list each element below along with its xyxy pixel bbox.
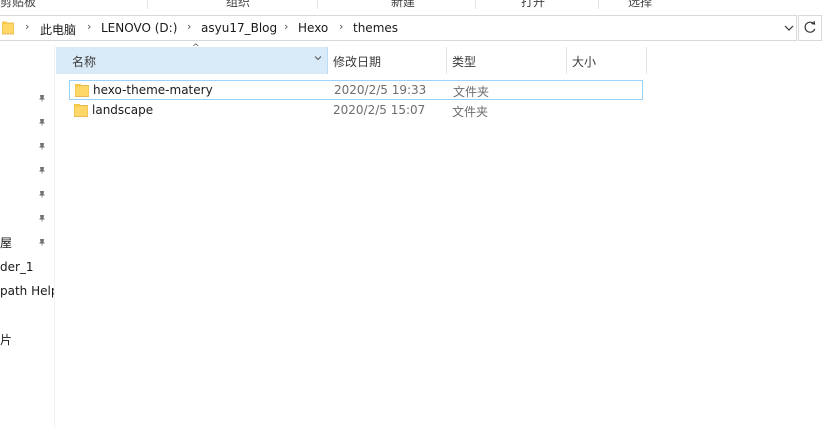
pin-icon[interactable] xyxy=(37,142,47,152)
file-type: 文件夹 xyxy=(452,105,489,119)
sort-ascending-icon: ^ xyxy=(192,43,200,53)
ribbon-group-clipboard[interactable]: 剪贴板 xyxy=(0,0,36,9)
table-row[interactable]: hexo-theme-matery 2020/2/5 19:33 文件夹 xyxy=(69,80,643,100)
column-header-size[interactable]: 大小 xyxy=(567,47,647,74)
file-type: 文件夹 xyxy=(453,85,490,99)
refresh-icon xyxy=(804,20,816,33)
ribbon-group-open[interactable]: 打开 xyxy=(521,0,545,9)
folder-icon xyxy=(74,104,88,117)
column-header-type[interactable]: 类型 xyxy=(447,47,567,74)
column-header-label: 类型 xyxy=(452,55,477,69)
address-bar-row: › 此电脑 › LENOVO (D:) › asyu17_Blog › Hexo… xyxy=(0,15,823,41)
ribbon-group-organize[interactable]: 组织 xyxy=(226,0,250,9)
breadcrumb-hexo[interactable]: Hexo xyxy=(298,21,328,35)
chevron-right-icon[interactable]: › xyxy=(87,20,91,33)
pin-icon[interactable] xyxy=(37,118,47,128)
folder-icon xyxy=(75,84,89,97)
chevron-right-icon[interactable]: › xyxy=(284,20,288,33)
ribbon-strip: 剪贴板 组织 新建 打开 选择 xyxy=(0,0,823,9)
ribbon-divider xyxy=(475,0,476,9)
column-header-label: 大小 xyxy=(572,55,597,69)
ribbon-divider xyxy=(317,0,318,9)
pin-icon[interactable] xyxy=(37,190,47,200)
file-name: hexo-theme-matery xyxy=(93,83,213,97)
nav-item-label[interactable]: 片 xyxy=(0,331,54,348)
pin-icon[interactable] xyxy=(37,166,47,176)
column-header-date-modified[interactable]: 修改日期 xyxy=(328,47,447,74)
refresh-button[interactable] xyxy=(798,15,822,41)
table-row[interactable]: landscape 2020/2/5 15:07 文件夹 xyxy=(69,101,643,121)
chevron-right-icon[interactable]: › xyxy=(187,20,191,33)
breadcrumb-blog[interactable]: asyu17_Blog xyxy=(201,21,277,35)
ribbon-group-new[interactable]: 新建 xyxy=(391,0,415,9)
nav-item-label[interactable]: 屋 xyxy=(0,234,54,251)
navigation-pane: 屋 der_1 path Help 片 xyxy=(0,45,55,427)
breadcrumb-themes[interactable]: themes xyxy=(353,21,398,35)
nav-item-label[interactable]: path Help xyxy=(0,284,54,298)
breadcrumb-drive[interactable]: LENOVO (D:) xyxy=(101,21,177,35)
chevron-right-icon[interactable]: › xyxy=(25,20,29,33)
file-name: landscape xyxy=(92,103,154,117)
column-header-name[interactable]: ^ 名称 xyxy=(56,43,328,74)
ribbon-group-select[interactable]: 选择 xyxy=(628,0,652,9)
column-header-label: 修改日期 xyxy=(333,55,382,69)
chevron-down-icon[interactable] xyxy=(783,21,795,35)
column-header-label: 名称 xyxy=(72,55,97,69)
nav-item-label[interactable]: der_1 xyxy=(0,260,54,274)
folder-icon xyxy=(2,21,14,35)
file-date: 2020/2/5 15:07 xyxy=(333,103,426,117)
file-date: 2020/2/5 19:33 xyxy=(334,83,427,97)
breadcrumb-this-pc[interactable]: 此电脑 xyxy=(40,21,76,38)
chevron-right-icon[interactable]: › xyxy=(339,20,343,33)
chevron-down-icon[interactable] xyxy=(313,53,323,63)
ribbon-divider xyxy=(147,0,148,9)
pin-icon[interactable] xyxy=(37,94,47,104)
pin-icon[interactable] xyxy=(37,214,47,224)
ribbon-divider xyxy=(598,0,599,9)
address-bar[interactable]: › 此电脑 › LENOVO (D:) › asyu17_Blog › Hexo… xyxy=(0,15,797,41)
